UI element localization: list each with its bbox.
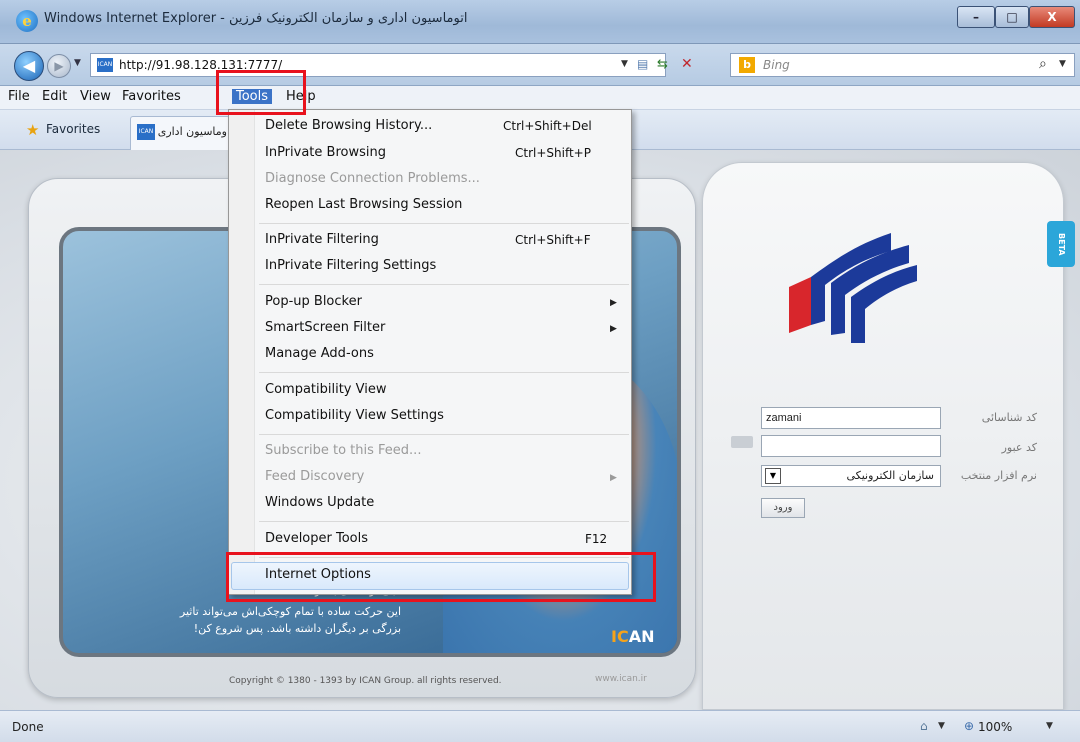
menu-item-reopen-session[interactable]: Reopen Last Browsing Session (265, 197, 462, 212)
menu-item-subscribe-feed: Subscribe to this Feed... (265, 443, 422, 458)
menu-view[interactable]: View (80, 89, 111, 104)
site-url-text: www.ican.ir (595, 674, 647, 684)
close-button[interactable]: X (1029, 6, 1075, 28)
tab-favicon-icon: ICAN (137, 124, 155, 140)
menu-item-popup-blocker[interactable]: Pop-up Blocker (265, 294, 362, 309)
menu-separator (259, 372, 629, 373)
menu-item-developer-tools[interactable]: Developer Tools (265, 531, 368, 546)
org-code-input[interactable] (761, 407, 941, 429)
menu-item-diagnose-connection: Diagnose Connection Problems... (265, 171, 480, 186)
submenu-arrow-icon: ▶ (610, 324, 617, 334)
beta-tag: BETA (1047, 221, 1075, 267)
password-label: کد عبور (1001, 441, 1037, 454)
maximize-button[interactable]: □ (995, 6, 1029, 28)
zoom-dropdown-icon[interactable]: ▼ (1046, 721, 1053, 731)
bing-icon: b (739, 57, 755, 73)
address-dropdown-icon[interactable]: ▼ (621, 59, 628, 69)
copyright-text: Copyright © 1380 - 1393 by ICAN Group. a… (229, 676, 502, 686)
forward-button[interactable]: ▶ (47, 54, 71, 78)
shortcut-inprivate-browsing: Ctrl+Shift+P (515, 146, 591, 160)
menu-edit[interactable]: Edit (42, 89, 67, 104)
menu-item-inprivate-browsing[interactable]: InPrivate Browsing (265, 145, 386, 160)
stop-icon[interactable]: ✕ (681, 56, 693, 72)
zone-dropdown-icon[interactable]: ▼ (938, 721, 945, 731)
recent-pages-dropdown-icon[interactable]: ▼ (74, 58, 81, 68)
menu-item-manage-addons[interactable]: Manage Add-ons (265, 346, 374, 361)
menu-item-compatibility-view[interactable]: Compatibility View (265, 382, 386, 397)
search-input[interactable]: b Bing ⌕ ▼ (730, 53, 1075, 77)
menu-icon-gutter (229, 110, 255, 594)
status-text: Done (12, 720, 44, 734)
menu-bar: File Edit View Favorites Tools Help (0, 86, 1080, 110)
password-input[interactable] (761, 435, 941, 457)
tools-menu-highlight-box (216, 70, 306, 115)
shortcut-delete-history: Ctrl+Shift+Del (503, 119, 592, 133)
compatibility-view-icon[interactable]: ▤ (637, 57, 648, 71)
menu-separator (259, 223, 629, 224)
menu-favorites[interactable]: Favorites (122, 89, 181, 104)
software-select-value: سازمان الکترونیکی (846, 469, 934, 482)
back-button[interactable]: ◀ (14, 51, 44, 81)
menu-separator (259, 521, 629, 522)
login-button[interactable]: ورود (761, 498, 805, 518)
menu-item-smartscreen-filter[interactable]: SmartScreen Filter (265, 320, 385, 335)
login-panel: BETA کد شناسائی کد عبور نرم افزار منتخب … (702, 162, 1075, 710)
navigation-bar: ◀ ▶ ▼ ICAN http://91.98.128.131:7777/ ▼ … (0, 44, 1080, 86)
browser-tab[interactable]: ICAN وماسیون اداری و سازمان الکترونیک فر… (130, 116, 230, 150)
ican-logo-c: C (616, 627, 629, 646)
menu-item-inprivate-filtering[interactable]: InPrivate Filtering (265, 232, 379, 247)
zoom-icon[interactable]: ⊕ (964, 719, 974, 733)
address-bar[interactable]: ICAN http://91.98.128.131:7777/ ▼ ▤ ⇆ ✕ (90, 53, 693, 77)
search-dropdown-icon[interactable]: ▼ (1059, 59, 1066, 69)
ican-logo-an: AN (628, 627, 655, 646)
minimize-button[interactable]: – (957, 6, 995, 28)
title-bar: e Windows Internet Explorer - اتوماسیون … (0, 0, 1080, 44)
submenu-arrow-icon: ▶ (610, 298, 617, 308)
refresh-icon[interactable]: ⇆ (657, 57, 668, 72)
shortcut-inprivate-filtering: Ctrl+Shift+F (515, 233, 591, 247)
chevron-down-icon[interactable]: ▼ (765, 468, 781, 484)
zoom-level[interactable]: 100% (978, 720, 1012, 734)
status-bar: Done ⌂ ▼ ⊕ 100% ▼ (0, 710, 1080, 742)
software-label: نرم افزار منتخب (960, 469, 1037, 482)
tab-title: وماسیون اداری و سازمان الکترونیک فرزین (157, 125, 227, 138)
menu-item-delete-history[interactable]: Delete Browsing History... (265, 118, 432, 133)
internet-options-highlight-box (226, 552, 656, 602)
search-placeholder: Bing (763, 58, 790, 72)
submenu-arrow-icon: ▶ (610, 473, 617, 483)
ican-logo: ICAN (611, 627, 654, 646)
promo-text-line: این حرکت ساده با تمام کوچکی‌اش می‌تواند … (179, 605, 401, 618)
company-logo (789, 233, 917, 343)
ie-logo-icon: e (16, 10, 38, 32)
menu-item-inprivate-filtering-settings[interactable]: InPrivate Filtering Settings (265, 258, 436, 273)
menu-item-feed-discovery: Feed Discovery (265, 469, 365, 484)
tools-menu: Delete Browsing History... Ctrl+Shift+De… (228, 109, 632, 595)
menu-item-windows-update[interactable]: Windows Update (265, 495, 374, 510)
favorites-star-icon[interactable]: ★ (26, 121, 39, 139)
search-icon[interactable]: ⌕ (1039, 56, 1047, 72)
org-code-label: کد شناسائی (981, 411, 1037, 424)
menu-file[interactable]: File (8, 89, 30, 104)
software-select[interactable]: ▼ سازمان الکترونیکی (761, 465, 941, 487)
menu-item-compatibility-view-settings[interactable]: Compatibility View Settings (265, 408, 444, 423)
shortcut-developer-tools: F12 (585, 532, 608, 546)
favorites-button[interactable]: Favorites (46, 122, 100, 136)
security-zone-icon[interactable]: ⌂ (920, 719, 928, 733)
keyboard-icon[interactable] (731, 436, 753, 448)
menu-separator (259, 284, 629, 285)
promo-text-line: بزرگی بر دیگران داشته باشد. پس شروع کن! (193, 622, 401, 635)
site-favicon-icon: ICAN (97, 58, 113, 72)
window-title: Windows Internet Explorer - اتوماسیون اد… (44, 11, 468, 26)
menu-separator (259, 434, 629, 435)
